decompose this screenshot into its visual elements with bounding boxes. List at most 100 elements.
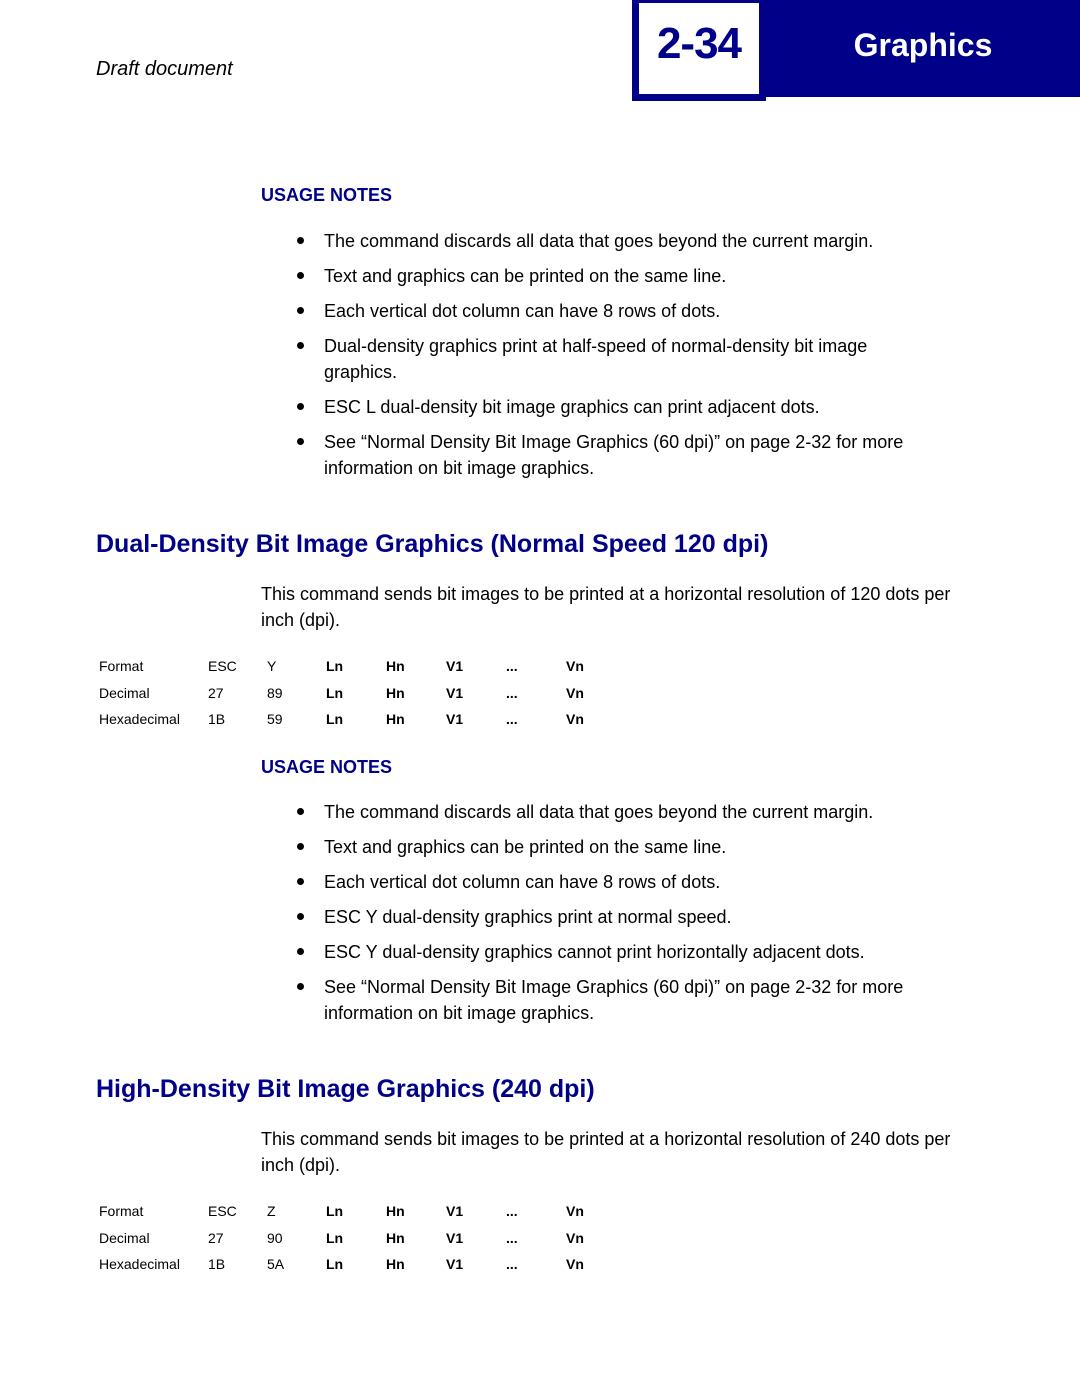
table-cell: ESC xyxy=(208,658,237,675)
table-cell: 5A xyxy=(267,1256,285,1273)
list-item: Dual-density graphics print at half-spee… xyxy=(296,333,976,385)
row-label: Hexadecimal xyxy=(99,711,180,728)
table-cell: Ln xyxy=(326,711,344,728)
bullet-icon xyxy=(297,237,304,244)
table-row: Decimal 27 90 Ln Hn V1 ... Vn xyxy=(99,1225,606,1252)
row-label: Decimal xyxy=(99,1229,150,1246)
chapter-title: Graphics xyxy=(853,26,993,63)
table-cell: Vn xyxy=(566,1229,584,1246)
table-cell: ... xyxy=(506,658,518,675)
bullet-icon xyxy=(297,403,304,410)
table-cell: ... xyxy=(506,1229,518,1246)
table-cell: Ln xyxy=(326,658,344,675)
usage-notes-list: The command discards all data that goes … xyxy=(296,228,976,490)
note-text: ESC Y dual-density graphics cannot print… xyxy=(324,942,865,962)
bullet-icon xyxy=(297,983,304,990)
bullet-icon xyxy=(297,913,304,920)
table-cell: Vn xyxy=(566,684,584,701)
bullet-icon xyxy=(297,948,304,955)
table-cell: V1 xyxy=(446,684,464,701)
table-cell: Ln xyxy=(326,1256,344,1273)
table-cell: 90 xyxy=(267,1229,283,1246)
table-row: Decimal 27 89 Ln Hn V1 ... Vn xyxy=(99,680,606,707)
table-cell: Hn xyxy=(386,1229,405,1246)
list-item: The command discards all data that goes … xyxy=(296,228,976,254)
table-row: Format ESC Z Ln Hn V1 ... Vn xyxy=(99,1198,606,1225)
table-cell: Vn xyxy=(566,1256,584,1273)
list-item: See “Normal Density Bit Image Graphics (… xyxy=(296,974,976,1026)
table-cell: 1B xyxy=(208,711,226,728)
table-cell: Ln xyxy=(326,1203,344,1220)
row-label: Decimal xyxy=(99,684,150,701)
table-cell: Vn xyxy=(566,1203,584,1220)
list-item: ESC Y dual-density graphics cannot print… xyxy=(296,939,976,965)
section-heading: High-Density Bit Image Graphics (240 dpi… xyxy=(96,1075,595,1103)
usage-notes-heading: USAGE NOTES xyxy=(261,757,393,777)
section-heading: Dual-Density Bit Image Graphics (Normal … xyxy=(96,530,769,558)
note-text: Dual-density graphics print at half-spee… xyxy=(324,336,868,382)
row-label: Hexadecimal xyxy=(99,1256,180,1273)
row-label: Format xyxy=(99,1203,144,1220)
note-text: See “Normal Density Bit Image Graphics (… xyxy=(324,977,904,1023)
bullet-icon xyxy=(297,808,304,815)
row-label: Format xyxy=(99,658,144,675)
table-cell: V1 xyxy=(446,711,464,728)
list-item: Each vertical dot column can have 8 rows… xyxy=(296,298,976,324)
note-text: The command discards all data that goes … xyxy=(324,802,874,822)
list-item: Text and graphics can be printed on the … xyxy=(296,834,976,860)
table-cell: ... xyxy=(506,711,518,728)
command-format-table: Format ESC Y Ln Hn V1 ... Vn Decimal 27 … xyxy=(99,653,606,733)
table-cell: Hn xyxy=(386,1256,405,1273)
table-row: Hexadecimal 1B 5A Ln Hn V1 ... Vn xyxy=(99,1251,606,1278)
list-item: ESC L dual-density bit image graphics ca… xyxy=(296,394,976,420)
list-item: See “Normal Density Bit Image Graphics (… xyxy=(296,429,976,481)
table-cell: Hn xyxy=(386,1203,405,1220)
note-text: The command discards all data that goes … xyxy=(324,231,874,251)
section-intro: This command sends bit images to be prin… xyxy=(261,584,951,630)
table-cell: 59 xyxy=(267,711,283,728)
table-cell: ... xyxy=(506,1203,518,1220)
usage-notes-list: The command discards all data that goes … xyxy=(296,799,976,1035)
note-text: Text and graphics can be printed on the … xyxy=(324,837,727,857)
table-cell: Z xyxy=(267,1203,276,1220)
table-cell: 27 xyxy=(208,684,224,701)
table-cell: 1B xyxy=(208,1256,226,1273)
note-text: ESC L dual-density bit image graphics ca… xyxy=(324,397,820,417)
page-number: 2-34 xyxy=(656,19,742,68)
list-item: Each vertical dot column can have 8 rows… xyxy=(296,869,976,895)
note-text: Text and graphics can be printed on the … xyxy=(324,266,727,286)
table-cell: ESC xyxy=(208,1203,237,1220)
list-item: Text and graphics can be printed on the … xyxy=(296,263,976,289)
table-cell: ... xyxy=(506,684,518,701)
table-row: Hexadecimal 1B 59 Ln Hn V1 ... Vn xyxy=(99,706,606,733)
usage-notes-heading: USAGE NOTES xyxy=(261,185,393,205)
draft-label: Draft document xyxy=(96,58,233,80)
bullet-icon xyxy=(297,843,304,850)
bullet-icon xyxy=(297,438,304,445)
command-format-table: Format ESC Z Ln Hn V1 ... Vn Decimal 27 … xyxy=(99,1198,606,1278)
section-intro: This command sends bit images to be prin… xyxy=(261,1129,951,1175)
bullet-icon xyxy=(297,342,304,349)
table-cell: Y xyxy=(267,658,277,675)
table-cell: Vn xyxy=(566,711,584,728)
note-text: ESC Y dual-density graphics print at nor… xyxy=(324,907,732,927)
note-text: See “Normal Density Bit Image Graphics (… xyxy=(324,432,904,478)
table-cell: Ln xyxy=(326,684,344,701)
table-cell: 89 xyxy=(267,684,283,701)
table-cell: Hn xyxy=(386,658,405,675)
table-cell: Vn xyxy=(566,658,584,675)
table-cell: Hn xyxy=(386,684,405,701)
table-cell: V1 xyxy=(446,1203,464,1220)
note-text: Each vertical dot column can have 8 rows… xyxy=(324,301,721,321)
table-cell: Ln xyxy=(326,1229,344,1246)
list-item: ESC Y dual-density graphics print at nor… xyxy=(296,904,976,930)
list-item: The command discards all data that goes … xyxy=(296,799,976,825)
table-cell: V1 xyxy=(446,1256,464,1273)
table-cell: ... xyxy=(506,1256,518,1273)
bullet-icon xyxy=(297,272,304,279)
note-text: Each vertical dot column can have 8 rows… xyxy=(324,872,721,892)
table-cell: V1 xyxy=(446,658,464,675)
table-row: Format ESC Y Ln Hn V1 ... Vn xyxy=(99,653,606,680)
table-cell: Hn xyxy=(386,711,405,728)
table-cell: 27 xyxy=(208,1229,224,1246)
